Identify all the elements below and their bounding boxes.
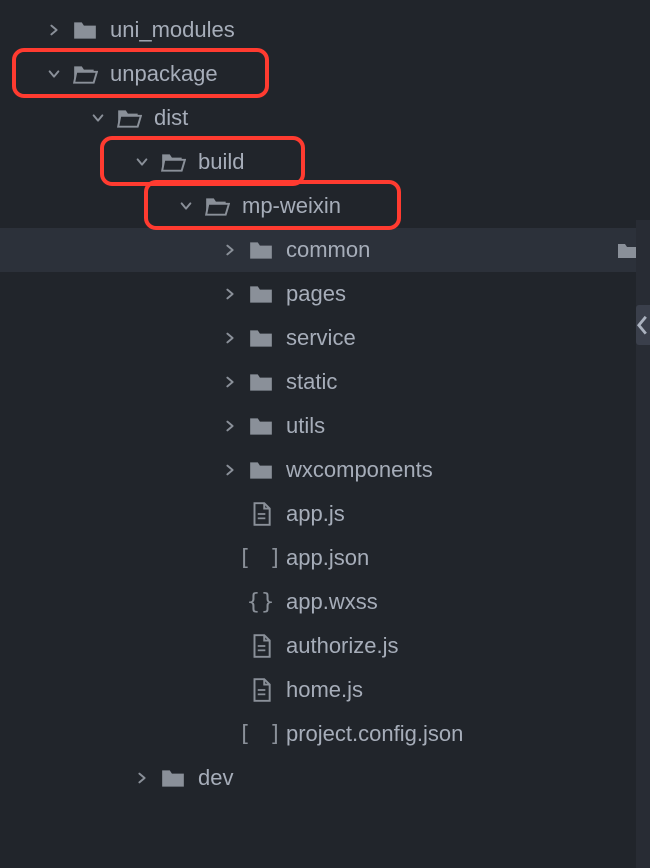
chevron-right-icon[interactable] <box>222 242 238 258</box>
tree-item-wxcomponents[interactable]: wxcomponents <box>0 448 650 492</box>
tree-item-label: project.config.json <box>286 721 463 747</box>
chevron-right-icon[interactable] <box>222 418 238 434</box>
tree-item-home-js[interactable]: home.js <box>0 668 650 712</box>
tree-item-label: app.wxss <box>286 589 378 615</box>
folder-icon <box>248 413 274 439</box>
folder-open-icon <box>116 105 142 131</box>
chevron-right-icon[interactable] <box>222 286 238 302</box>
tree-item-label: uni_modules <box>110 17 235 43</box>
file-json-icon: [ ] <box>248 545 274 571</box>
chevron-none <box>222 594 238 610</box>
tree-item-service[interactable]: service <box>0 316 650 360</box>
file-js-icon <box>248 677 274 703</box>
tree-item-label: dev <box>198 765 233 791</box>
chevron-none <box>222 506 238 522</box>
chevron-down-icon[interactable] <box>46 66 62 82</box>
folder-open-icon <box>160 149 186 175</box>
chevron-right-icon[interactable] <box>46 22 62 38</box>
file-json-icon: [ ] <box>248 721 274 747</box>
tree-item-label: authorize.js <box>286 633 399 659</box>
folder-open-icon <box>204 193 230 219</box>
tree-item-label: mp-weixin <box>242 193 341 219</box>
tree-item-label: static <box>286 369 337 395</box>
tree-item-label: service <box>286 325 356 351</box>
tree-item-project-config[interactable]: [ ] project.config.json <box>0 712 650 756</box>
tree-item-app-json[interactable]: [ ] app.json <box>0 536 650 580</box>
tree-item-authorize-js[interactable]: authorize.js <box>0 624 650 668</box>
chevron-down-icon[interactable] <box>178 198 194 214</box>
tree-item-uni_modules[interactable]: uni_modules <box>0 8 650 52</box>
tree-item-label: app.json <box>286 545 369 571</box>
tree-item-build[interactable]: build <box>0 140 650 184</box>
folder-icon <box>248 457 274 483</box>
chevron-none <box>222 682 238 698</box>
file-tree: uni_modules unpackage dist build mp-weixin co… <box>0 0 650 800</box>
folder-icon <box>248 369 274 395</box>
tree-item-label: dist <box>154 105 188 131</box>
tree-item-common[interactable]: common <box>0 228 650 272</box>
tree-item-static[interactable]: static <box>0 360 650 404</box>
tree-item-app-wxss[interactable]: {} app.wxss <box>0 580 650 624</box>
tree-item-label: wxcomponents <box>286 457 433 483</box>
file-js-icon <box>248 501 274 527</box>
tree-item-utils[interactable]: utils <box>0 404 650 448</box>
tree-item-label: common <box>286 237 370 263</box>
tree-item-app-js[interactable]: app.js <box>0 492 650 536</box>
tree-item-label: build <box>198 149 244 175</box>
tree-item-mp-weixin[interactable]: mp-weixin <box>0 184 650 228</box>
tree-item-label: unpackage <box>110 61 218 87</box>
folder-icon <box>160 765 186 791</box>
tree-item-label: home.js <box>286 677 363 703</box>
chevron-down-icon[interactable] <box>134 154 150 170</box>
folder-icon <box>72 17 98 43</box>
folder-icon <box>248 325 274 351</box>
tree-item-label: app.js <box>286 501 345 527</box>
chevron-none <box>222 638 238 654</box>
chevron-none <box>222 550 238 566</box>
file-wxss-icon: {} <box>248 589 274 615</box>
tree-item-dev[interactable]: dev <box>0 756 650 800</box>
tree-item-label: pages <box>286 281 346 307</box>
chevron-right-icon[interactable] <box>222 374 238 390</box>
file-js-icon <box>248 633 274 659</box>
chevron-down-icon[interactable] <box>90 110 106 126</box>
chevron-right-icon[interactable] <box>134 770 150 786</box>
chevron-none <box>222 726 238 742</box>
chevron-right-icon[interactable] <box>222 330 238 346</box>
folder-open-icon <box>72 61 98 87</box>
tree-item-unpackage[interactable]: unpackage <box>0 52 650 96</box>
chevron-right-icon[interactable] <box>222 462 238 478</box>
folder-icon <box>248 281 274 307</box>
tree-item-pages[interactable]: pages <box>0 272 650 316</box>
tree-item-label: utils <box>286 413 325 439</box>
scroll-collapse-handle[interactable] <box>636 305 650 345</box>
tree-item-dist[interactable]: dist <box>0 96 650 140</box>
folder-icon <box>248 237 274 263</box>
